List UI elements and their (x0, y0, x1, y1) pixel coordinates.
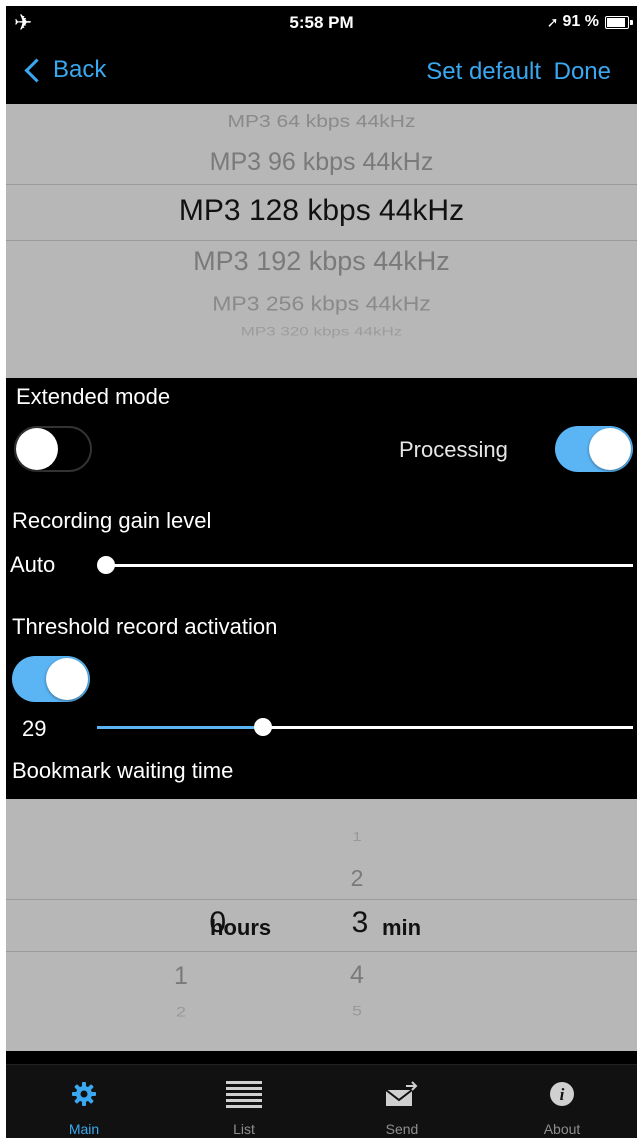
svg-text:i: i (560, 1085, 565, 1104)
hours-unit-label: hours (210, 915, 272, 940)
toggle-knob (589, 428, 631, 470)
threshold-label: Threshold record activation (12, 614, 278, 639)
format-option[interactable]: MP3 64 kbps 44kHz (6, 112, 637, 132)
send-icon (342, 1079, 462, 1109)
threshold-toggle[interactable] (12, 656, 90, 702)
tab-label: About (543, 1121, 581, 1137)
minutes-selected[interactable]: 3 (342, 906, 378, 940)
hours-option[interactable]: 2 (166, 1005, 196, 1021)
extended-mode-toggle[interactable] (14, 426, 92, 472)
minutes-option[interactable]: 1 (342, 830, 372, 845)
toggle-knob (46, 658, 88, 700)
list-icon (184, 1079, 304, 1109)
minutes-unit-label: min (382, 915, 422, 940)
format-option[interactable]: MP3 256 kbps 44kHz (6, 291, 637, 315)
tab-label: List (233, 1121, 255, 1137)
bookmark-waiting-label: Bookmark waiting time (12, 758, 234, 783)
format-option[interactable]: MP3 96 kbps 44kHz (6, 148, 637, 177)
format-option[interactable]: MP3 192 kbps 44kHz (6, 246, 637, 277)
chevron-left-icon (24, 57, 49, 83)
back-label: Back (53, 56, 107, 83)
gain-slider-thumb[interactable] (97, 556, 115, 574)
status-time: 5:58 PM (289, 13, 354, 32)
battery-percent: 91 % (562, 13, 599, 30)
screen: ✈ 5:58 PM ➚ 91 % Back Set default Done M… (6, 6, 637, 1138)
threshold-value: 29 (22, 716, 47, 741)
tab-main[interactable]: Main (24, 1065, 144, 1138)
location-icon: ➚ (546, 13, 559, 30)
threshold-slider[interactable] (97, 718, 633, 736)
format-picker[interactable]: MP3 64 kbps 44kHz MP3 96 kbps 44kHz MP3 … (6, 104, 637, 378)
tab-send[interactable]: Send (342, 1065, 462, 1138)
tab-label: Main (68, 1121, 100, 1137)
gear-icon (24, 1079, 144, 1109)
status-right: ➚ 91 % (546, 13, 633, 31)
done-button[interactable]: Done (554, 58, 611, 86)
minutes-option[interactable]: 2 (342, 865, 372, 892)
tab-label: Send (385, 1121, 419, 1137)
processing-label: Processing (399, 437, 508, 462)
format-option[interactable]: MP3 320 kbps 44kHz (6, 325, 637, 339)
set-default-button[interactable]: Set default (426, 58, 541, 86)
tab-bar: Main List Send i About (6, 1064, 637, 1138)
gain-slider[interactable] (97, 556, 633, 574)
info-icon: i (502, 1079, 622, 1109)
hours-option[interactable]: 1 (166, 962, 196, 991)
recording-gain-label: Recording gain level (12, 508, 212, 533)
format-option-selected[interactable]: MP3 128 kbps 44kHz (6, 194, 637, 228)
toggle-knob (16, 428, 58, 470)
tab-about[interactable]: i About (502, 1065, 622, 1138)
battery-icon (605, 15, 633, 29)
minutes-option[interactable]: 4 (342, 961, 372, 990)
bookmark-time-picker[interactable]: 0 hours 1 2 1 2 3 min 4 5 (6, 799, 637, 1051)
processing-toggle[interactable] (555, 426, 633, 472)
tab-list[interactable]: List (184, 1065, 304, 1138)
gain-value-label: Auto (10, 552, 56, 577)
navigation-bar: Back Set default Done (6, 40, 637, 104)
threshold-slider-thumb[interactable] (254, 718, 272, 736)
status-bar: ✈ 5:58 PM ➚ 91 % (6, 6, 637, 40)
back-button[interactable]: Back (22, 56, 106, 84)
minutes-option[interactable]: 5 (342, 1004, 372, 1020)
extended-mode-label: Extended mode (16, 384, 171, 409)
